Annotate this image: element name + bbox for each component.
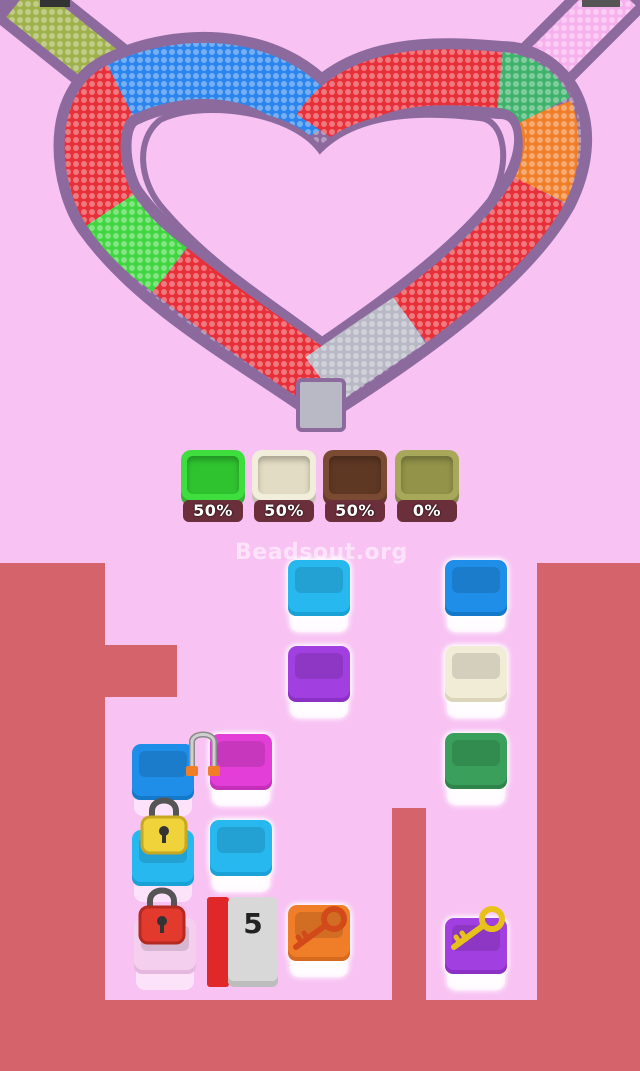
tray-block-cyan[interactable] [288, 560, 350, 634]
padlock-icon [140, 797, 188, 855]
key-icon [451, 906, 505, 950]
queue-counter-value: 5 [243, 907, 263, 940]
collect-cup-olive: 0% [395, 450, 459, 524]
collect-cup-green: 50% [181, 450, 245, 524]
tray-block-cream[interactable] [445, 646, 507, 720]
cup-percent: 50% [325, 500, 385, 522]
cup-percent: 0% [397, 500, 457, 522]
game-board: 50% 50% 50% 0% Beadsout.org 5 [0, 0, 640, 1071]
tray-block-green[interactable] [445, 733, 507, 807]
tray-block-purple[interactable] [288, 646, 350, 720]
cup-percent: 50% [183, 500, 243, 522]
tray-wall [0, 563, 105, 1071]
tray-block-blue[interactable] [445, 560, 507, 634]
collect-cup-brown: 50% [323, 450, 387, 524]
queue-counter: 5 [228, 897, 278, 987]
hook-icon [186, 731, 220, 776]
tray-block-cyan[interactable] [210, 820, 272, 894]
padlock-icon [138, 887, 186, 945]
bead-track [0, 0, 640, 432]
tray-wall [537, 563, 640, 1071]
key-icon [293, 906, 347, 950]
cup-percent: 50% [254, 500, 314, 522]
queue-red-stripe [207, 897, 229, 987]
collect-cup-cream: 50% [252, 450, 316, 524]
tray-wall [0, 1000, 640, 1071]
tray-wall [105, 645, 177, 697]
